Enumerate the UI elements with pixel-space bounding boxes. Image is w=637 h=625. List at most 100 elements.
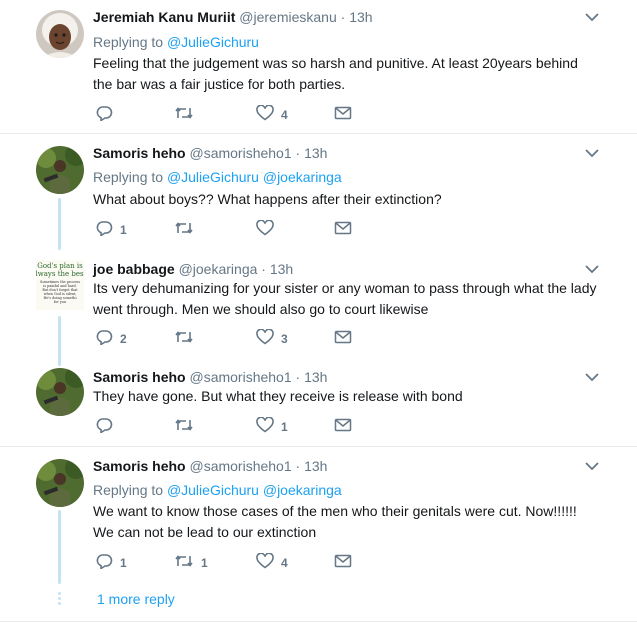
replying-label: Replying to (93, 34, 164, 50)
separator-dot: · (295, 369, 301, 385)
thread-dots (58, 592, 62, 607)
reply-button[interactable]: 1 (95, 553, 127, 573)
retweet-icon (174, 329, 194, 350)
tweet-text: What about boys?? What happens after the… (93, 189, 618, 210)
retweet-icon (174, 105, 194, 126)
retweet-button[interactable] (174, 417, 201, 437)
retweet-count: 1 (201, 556, 208, 570)
retweet-button[interactable] (174, 329, 201, 349)
more-replies-link[interactable]: 1 more reply (97, 591, 175, 607)
tweet-text-line: They have gone. But what they receive is… (93, 388, 463, 404)
avatar[interactable]: God's plan is always the best. Sometimes… (36, 260, 84, 310)
retweet-button[interactable]: 1 (174, 553, 208, 573)
display-name[interactable]: Samoris heho (93, 458, 186, 474)
envelope-icon (334, 220, 352, 241)
username[interactable]: @samorisheho1 (189, 145, 291, 161)
tweet[interactable]: Jeremiah Kanu Muriit @jeremieskanu · 13h… (0, 0, 637, 133)
like-button[interactable] (256, 219, 281, 240)
like-button[interactable]: 4 (256, 104, 288, 125)
retweet-icon (174, 220, 194, 241)
replying-to: Replying to @JulieGichuru @joekaringa (93, 481, 342, 499)
tweet-header: Samoris heho @samorisheho1 · 13h (93, 368, 327, 386)
like-button[interactable]: 3 (256, 328, 288, 350)
reply-icon (95, 553, 113, 574)
envelope-icon (334, 105, 352, 126)
divider (0, 446, 637, 447)
tweet-header: Samoris heho @samorisheho1 · 13h (93, 144, 327, 162)
tweet-text-line: We want to know those cases of the men w… (93, 503, 577, 519)
retweet-button[interactable] (174, 105, 201, 125)
username[interactable]: @samorisheho1 (189, 458, 291, 474)
display-name[interactable]: Samoris heho (93, 369, 186, 385)
envelope-icon (334, 553, 352, 574)
avatar[interactable] (36, 146, 84, 194)
timestamp[interactable]: 13h (304, 458, 327, 474)
direct-message-button[interactable] (334, 105, 352, 125)
timestamp[interactable]: 13h (349, 9, 372, 25)
tweet-text: We want to know those cases of the men w… (93, 501, 618, 543)
reply-count: 2 (120, 332, 127, 346)
mention-link[interactable]: @JulieGichuru (167, 34, 259, 50)
timestamp[interactable]: 13h (304, 369, 327, 385)
like-count: 1 (281, 420, 288, 434)
heart-icon (256, 328, 274, 350)
tweet[interactable]: Samoris heho @samorisheho1 · 13h They ha… (0, 360, 637, 446)
timestamp[interactable]: 13h (304, 145, 327, 161)
reply-icon (95, 105, 113, 126)
like-count: 4 (281, 108, 288, 122)
tweet-text: Feeling that the judgement was so harsh … (93, 53, 618, 95)
display-name[interactable]: joe babbage (93, 261, 175, 277)
mention-link[interactable]: @joekaringa (263, 169, 342, 185)
divider (0, 621, 637, 622)
separator-dot: · (340, 9, 346, 25)
tweet[interactable]: God's plan is always the best. Sometimes… (0, 254, 637, 360)
tweet-text-line: What about boys?? What happens after the… (93, 191, 442, 207)
heart-icon (256, 416, 274, 438)
username[interactable]: @jeremieskanu (239, 9, 336, 25)
tweet-text: They have gone. But what they receive is… (93, 386, 618, 407)
tweet-header: joe babbage @joekaringa · 13h (93, 260, 293, 278)
replying-label: Replying to (93, 482, 164, 498)
chevron-down-icon[interactable] (584, 146, 600, 164)
reply-count: 1 (120, 223, 127, 237)
avatar-text: God's plan is (37, 262, 83, 270)
chevron-down-icon[interactable] (584, 10, 600, 28)
chevron-down-icon[interactable] (584, 459, 600, 477)
tweet[interactable]: Samoris heho @samorisheho1 · 13h Replyin… (0, 136, 637, 254)
direct-message-button[interactable] (334, 220, 352, 240)
replying-to: Replying to @JulieGichuru @joekaringa (93, 168, 342, 186)
direct-message-button[interactable] (334, 417, 352, 437)
retweet-icon (174, 417, 194, 438)
reply-button[interactable]: 2 (95, 329, 127, 349)
display-name[interactable]: Jeremiah Kanu Muriit (93, 9, 235, 25)
avatar-text: for you (54, 300, 67, 304)
reply-button[interactable]: 1 (95, 220, 127, 240)
direct-message-button[interactable] (334, 329, 352, 349)
username[interactable]: @samorisheho1 (189, 369, 291, 385)
like-button[interactable]: 1 (256, 416, 288, 438)
reply-count: 1 (120, 556, 127, 570)
mention-link[interactable]: @joekaringa (263, 482, 342, 498)
timestamp[interactable]: 13h (270, 261, 293, 277)
separator-dot: · (261, 261, 266, 277)
display-name[interactable]: Samoris heho (93, 145, 186, 161)
tweet-header: Jeremiah Kanu Muriit @jeremieskanu · 13h (93, 8, 373, 26)
avatar[interactable] (36, 459, 84, 507)
avatar[interactable] (36, 10, 84, 58)
separator-dot: · (295, 145, 301, 161)
retweet-button[interactable] (174, 220, 201, 240)
username[interactable]: @joekaringa (179, 261, 258, 277)
tweet[interactable]: Samoris heho @samorisheho1 · 13h Replyin… (0, 449, 637, 579)
replying-to: Replying to @JulieGichuru (93, 33, 259, 51)
reply-button[interactable] (95, 105, 120, 125)
tweet-text: Its very dehumanizing for your sister or… (93, 278, 618, 320)
like-button[interactable]: 4 (256, 552, 288, 573)
tweet-text-line: went through. Men we should also go to c… (93, 301, 429, 317)
avatar[interactable] (36, 368, 84, 416)
direct-message-button[interactable] (334, 553, 352, 573)
tweet-text-line: the bar was a fair justice for both part… (93, 76, 346, 92)
mention-link[interactable]: @JulieGichuru (167, 482, 259, 498)
retweet-icon (174, 553, 194, 574)
mention-link[interactable]: @JulieGichuru (167, 169, 259, 185)
reply-button[interactable] (95, 417, 120, 437)
